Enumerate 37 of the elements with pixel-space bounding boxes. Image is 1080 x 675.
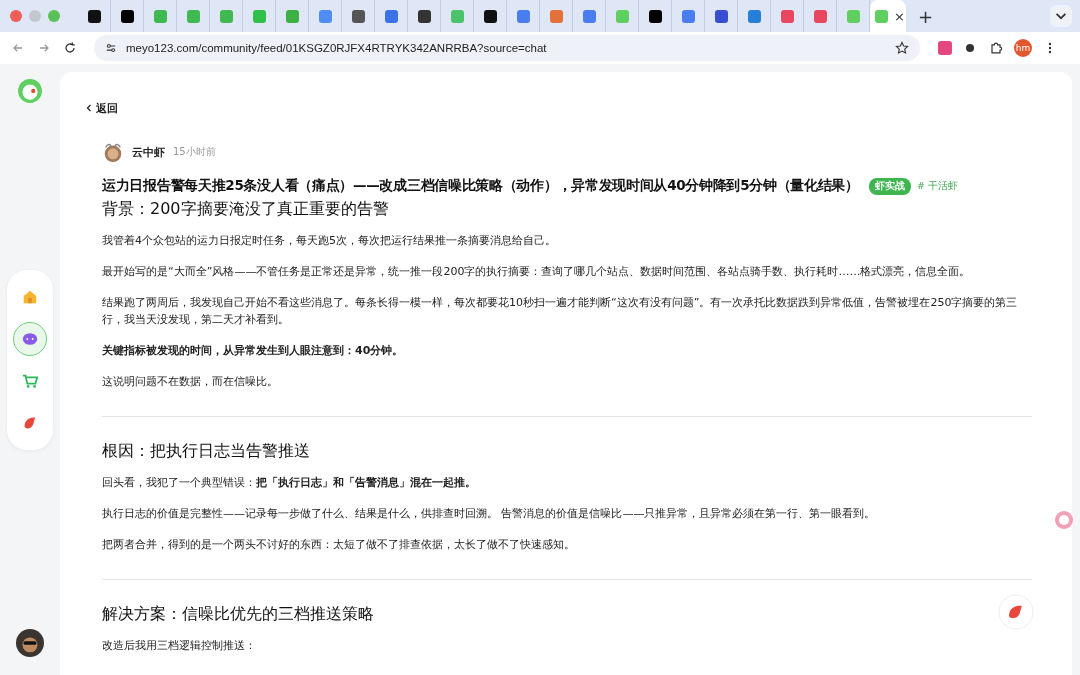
- author-avatar[interactable]: [102, 141, 124, 163]
- site-settings-icon[interactable]: [104, 41, 118, 55]
- reload-icon[interactable]: [62, 40, 78, 56]
- logo-icon[interactable]: [17, 78, 43, 104]
- paragraph: 把两者合并，得到的是一个两头不讨好的东西：太短了做不了排查依据，太长了做不了快速感知。: [102, 537, 576, 553]
- url-text: meyo123.com/community/feed/01KSGZ0RJFX4RTRYK342ANRRBA?source=chat: [126, 42, 547, 54]
- chevron-down-icon[interactable]: [1050, 5, 1072, 27]
- user-avatar[interactable]: [16, 629, 44, 657]
- puzzle-icon[interactable]: [988, 40, 1004, 56]
- section-heading: 背景：200字摘要淹没了真正重要的告警: [102, 199, 389, 220]
- author-name[interactable]: 云中虾: [132, 144, 165, 160]
- chevron-left-icon: [84, 103, 94, 113]
- bookmark-star-icon[interactable]: [894, 40, 910, 56]
- nav-item[interactable]: [13, 322, 47, 356]
- paragraph: 最开始写的是“大而全”风格——不管任务是正常还是异常，统一推一段200字的执行摘要：查询了哪几个站点、数据时间范围、各站点骑手数、执行耗时……格式漂亮，信息全面。: [102, 264, 972, 280]
- address-bar[interactable]: meyo123.com/community/feed/01KSGZ0RJFX4RTRYK342ANRRBA?source=chat: [94, 35, 920, 61]
- paragraph: 改造后我用三档逻辑控制推送：: [102, 638, 257, 654]
- browser-tab[interactable]: ×: [870, 0, 906, 32]
- cart-icon: [21, 372, 39, 390]
- profile-avatar[interactable]: hm: [1014, 39, 1032, 57]
- new-tab-button[interactable]: +: [918, 5, 934, 27]
- back-link[interactable]: 返回: [84, 100, 118, 116]
- chat-bubble-icon: [21, 330, 39, 348]
- paragraph: 关键指标被发现的时间，从异常发生到人眼注意到：40分钟。: [102, 343, 405, 359]
- house-icon: [21, 288, 39, 306]
- paragraph: 回头看，我犯了一个典型错误：把「执行日志」和「告警消息」混在一起推。: [102, 475, 477, 491]
- close-tab-button[interactable]: ×: [894, 8, 905, 24]
- paragraph: 这说明问题不在数据，而在信噪比。: [102, 374, 279, 390]
- maximize-window-button[interactable]: [48, 10, 60, 22]
- paragraph: 我管着4个众包站的运力日报定时任务，每天跑5次，每次把运行结果推一条摘要消息给自己。: [102, 233, 557, 249]
- close-window-button[interactable]: [10, 10, 22, 22]
- post-title: 运力日报告警每天推25条没人看（痛点）——改成三档信噪比策略（动作），异常发现时间从40分钟降到5分钟（量化结果）: [102, 177, 859, 195]
- post-time: 15小时前: [173, 145, 216, 159]
- section-heading: 根因：把执行日志当告警推送: [102, 441, 310, 462]
- section-heading: 解决方案：信噪比优先的三档推送策略: [102, 604, 374, 625]
- paragraph: 执行日志的价值是完整性——记录每一步做了什么、结果是什么，供排查时回溯。 告警消息的价值是信噪比——只推异常，且异常必须在第一行、第一眼看到。: [102, 506, 877, 522]
- paragraph: 结果跑了两周后，我发现自己开始不看这些消息了。每条长得一模一样，每次都要花10秒扫一遍才能判断“这次有没有问题”。有一次承托比数据跌到异常低值，告警被埋在250字摘要的第三行，我当天没发现，第二天才补看到。: [102, 295, 1019, 328]
